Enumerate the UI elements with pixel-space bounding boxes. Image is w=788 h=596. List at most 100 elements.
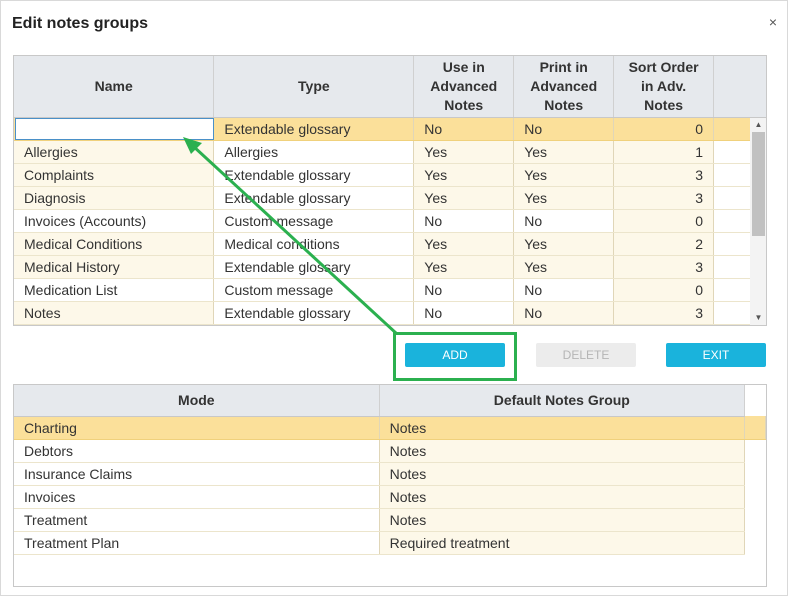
table-row[interactable]: Charting Notes: [14, 416, 766, 440]
table-row[interactable]: Allergies Allergies Yes Yes 1: [14, 140, 766, 164]
cell-print[interactable]: Yes: [513, 163, 615, 187]
table-row[interactable]: Medical Conditions Medical conditions Ye…: [14, 232, 766, 256]
table-row[interactable]: Invoices (Accounts) Custom message No No…: [14, 209, 766, 233]
filler-cell: [744, 531, 766, 554]
header-line: Sort Order: [628, 58, 699, 75]
cell-print[interactable]: Yes: [513, 186, 615, 210]
add-button-highlight-annotation: [393, 332, 517, 381]
cell-print[interactable]: No: [513, 301, 615, 325]
cell-sort[interactable]: 2: [613, 232, 715, 256]
cell-print[interactable]: No: [513, 278, 615, 302]
cell-mode[interactable]: Invoices: [14, 485, 380, 509]
table-row[interactable]: Medication List Custom message No No 0: [14, 278, 766, 302]
cell-print[interactable]: No: [513, 209, 615, 233]
cell-default-group[interactable]: Notes: [379, 416, 745, 440]
cell-print[interactable]: Yes: [513, 255, 615, 279]
column-header-print-in-advanced-notes[interactable]: Print in Advanced Notes: [513, 56, 615, 118]
cell-use[interactable]: Yes: [413, 140, 515, 164]
dialog-title: Edit notes groups: [12, 15, 148, 32]
cell-default-group[interactable]: Notes: [379, 462, 745, 486]
column-header-use-in-advanced-notes[interactable]: Use in Advanced Notes: [413, 56, 515, 118]
cell-type[interactable]: Custom message: [213, 209, 415, 233]
cell-sort[interactable]: 3: [613, 255, 715, 279]
cell-default-group[interactable]: Notes: [379, 485, 745, 509]
filler-cell: [744, 462, 766, 485]
header-line: Notes: [544, 96, 584, 113]
cell-use[interactable]: Yes: [413, 186, 515, 210]
cell-sort[interactable]: 0: [613, 209, 715, 233]
cell-mode[interactable]: Treatment: [14, 508, 380, 532]
table-row[interactable]: Treatment Plan Required treatment: [14, 531, 766, 555]
cell-mode[interactable]: Treatment Plan: [14, 531, 380, 555]
table-row[interactable]: Medical History Extendable glossary Yes …: [14, 255, 766, 279]
cell-mode[interactable]: Insurance Claims: [14, 462, 380, 486]
cell-type[interactable]: Extendable glossary: [213, 117, 415, 141]
column-header-name[interactable]: Name: [14, 56, 215, 118]
column-header-sort-order[interactable]: Sort Order in Adv. Notes: [613, 56, 715, 118]
cell-type[interactable]: Medical conditions: [213, 232, 415, 256]
cell-name[interactable]: Medication List: [14, 278, 215, 302]
column-header-type[interactable]: Type: [213, 56, 415, 118]
notes-groups-grid: Name Type Use in Advanced Notes Print in…: [13, 55, 767, 326]
cell-name[interactable]: Medical History: [14, 255, 215, 279]
cell-sort[interactable]: 3: [613, 186, 715, 210]
cell-use[interactable]: No: [413, 278, 515, 302]
cell-sort[interactable]: 1: [613, 140, 715, 164]
cell-type[interactable]: Extendable glossary: [213, 255, 415, 279]
cell-use[interactable]: No: [413, 209, 515, 233]
delete-button[interactable]: DELETE: [536, 343, 636, 367]
table-row[interactable]: Treatment Notes: [14, 508, 766, 532]
table-row[interactable]: Debtors Notes: [14, 439, 766, 463]
table-row[interactable]: Notes Extendable glossary No No 3: [14, 301, 766, 325]
cell-print[interactable]: Yes: [513, 232, 615, 256]
edit-notes-groups-dialog: Edit notes groups × Name Type Use in Adv…: [0, 0, 788, 596]
scrollbar-thumb[interactable]: [752, 132, 765, 236]
column-header-default-notes-group[interactable]: Default Notes Group: [379, 385, 745, 417]
cell-default-group[interactable]: Required treatment: [379, 531, 745, 555]
cell-type[interactable]: Extendable glossary: [213, 163, 415, 187]
cell-name[interactable]: Allergies: [14, 140, 215, 164]
vertical-scrollbar[interactable]: ▲ ▼: [750, 118, 766, 325]
cell-sort[interactable]: 3: [613, 301, 715, 325]
cell-use[interactable]: Yes: [413, 163, 515, 187]
exit-button[interactable]: EXIT: [666, 343, 766, 367]
cell-sort[interactable]: 3: [613, 163, 715, 187]
cell-print[interactable]: No: [513, 117, 615, 141]
header-line: Print in: [539, 58, 588, 75]
header-line: Advanced: [530, 77, 598, 94]
cell-type[interactable]: Allergies: [213, 140, 415, 164]
cell-mode[interactable]: Charting: [14, 416, 380, 440]
table-row[interactable]: Complaints Extendable glossary Yes Yes 3: [14, 163, 766, 187]
column-header-mode[interactable]: Mode: [14, 385, 380, 417]
scroll-up-arrow-icon[interactable]: ▲: [750, 118, 766, 132]
cell-type[interactable]: Custom message: [213, 278, 415, 302]
cell-type[interactable]: Extendable glossary: [213, 301, 415, 325]
table-row[interactable]: Invoices Notes: [14, 485, 766, 509]
scroll-down-arrow-icon[interactable]: ▼: [750, 311, 766, 325]
cell-use[interactable]: No: [413, 301, 515, 325]
cell-sort[interactable]: 0: [613, 278, 715, 302]
close-icon[interactable]: ×: [766, 14, 780, 30]
cell-name[interactable]: Medical Conditions: [14, 232, 215, 256]
cell-print[interactable]: Yes: [513, 140, 615, 164]
cell-use[interactable]: No: [413, 117, 515, 141]
cell-default-group[interactable]: Notes: [379, 508, 745, 532]
table-row[interactable]: Insurance Claims Notes: [14, 462, 766, 486]
cell-default-group[interactable]: Notes: [379, 439, 745, 463]
header-line: Use in: [442, 58, 485, 75]
table-row[interactable]: Diagnosis Extendable glossary Yes Yes 3: [14, 186, 766, 210]
header-filler: [744, 385, 766, 416]
cell-name[interactable]: Notes: [14, 301, 215, 325]
cell-name[interactable]: Complaints: [14, 163, 215, 187]
cell-use[interactable]: Yes: [413, 255, 515, 279]
header-line: Notes: [444, 96, 484, 113]
header-line: Advanced: [430, 77, 498, 94]
cell-sort[interactable]: 0: [613, 117, 715, 141]
name-edit-input[interactable]: [15, 118, 214, 140]
header-line: in Adv.: [641, 77, 687, 94]
cell-name[interactable]: Diagnosis: [14, 186, 215, 210]
cell-name[interactable]: Invoices (Accounts): [14, 209, 215, 233]
cell-use[interactable]: Yes: [413, 232, 515, 256]
cell-type[interactable]: Extendable glossary: [213, 186, 415, 210]
cell-mode[interactable]: Debtors: [14, 439, 380, 463]
